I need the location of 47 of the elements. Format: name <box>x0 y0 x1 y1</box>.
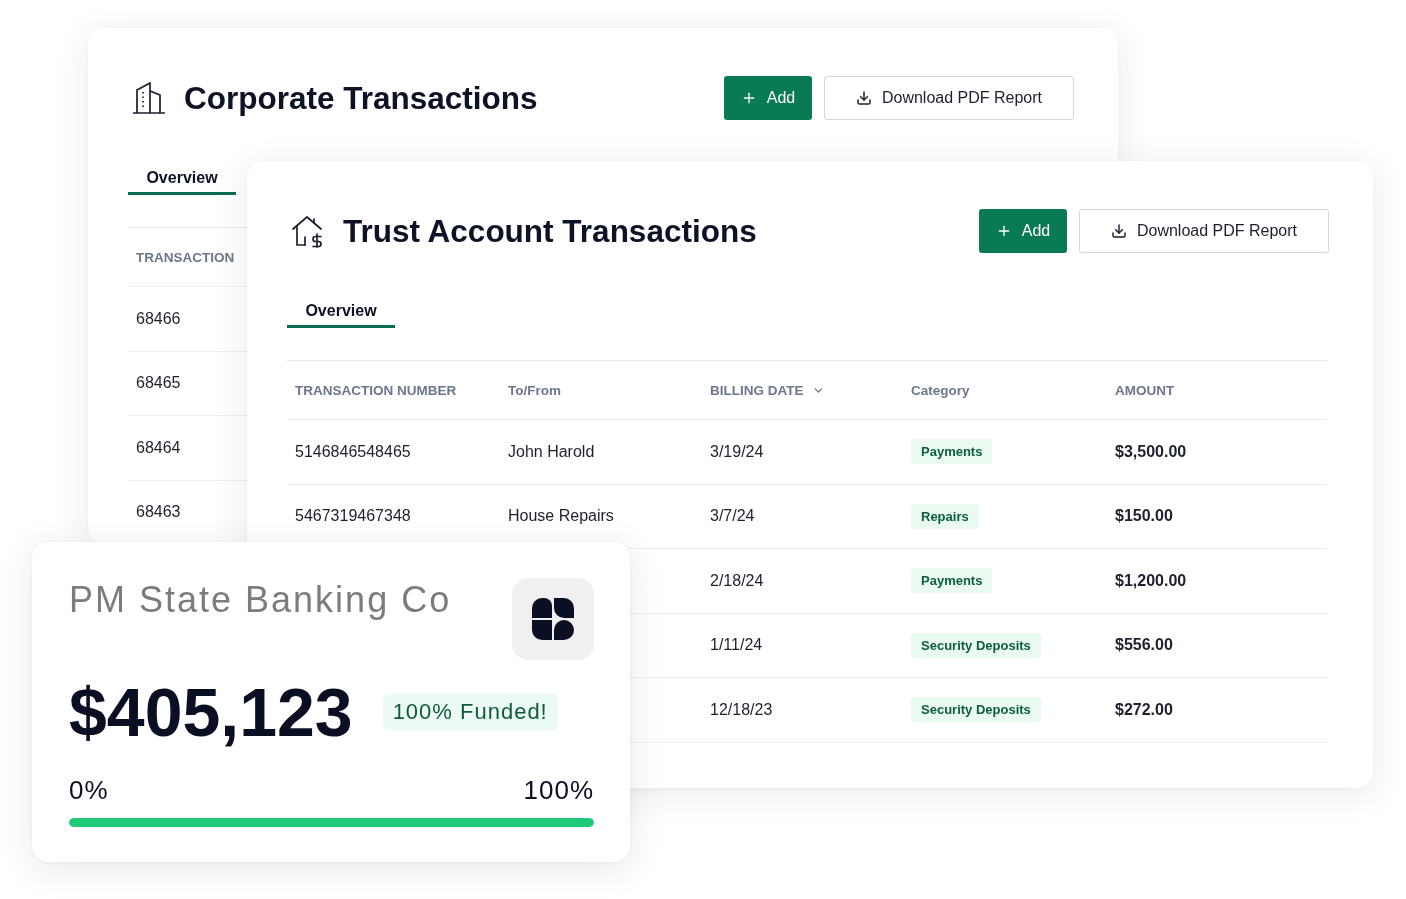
table-cell: 68464 <box>136 438 181 457</box>
download-button[interactable]: Download PDF Report <box>824 76 1074 120</box>
balance-amount: $405,123 <box>69 678 353 746</box>
column-header: AMOUNT <box>1115 382 1175 398</box>
column-header: BILLING DATE <box>710 382 804 398</box>
table-cell: 3/19/24 <box>710 442 764 461</box>
table-cell: 68463 <box>136 503 181 522</box>
table-cell: $272.00 <box>1115 700 1173 719</box>
table-cell: 68466 <box>136 309 181 328</box>
card-title: Corporate Transactions <box>184 79 538 117</box>
column-header: Category <box>911 382 970 398</box>
add-button[interactable]: Add <box>724 76 812 120</box>
table-cell: 5467319467348 <box>295 507 411 526</box>
column-header: TRANSACTION <box>136 249 235 265</box>
category-tag: Payments <box>911 568 993 594</box>
category-tag: Payments <box>911 439 993 465</box>
bank-name: PM State Banking Co <box>69 578 452 622</box>
download-button[interactable]: Download PDF Report <box>1079 209 1329 253</box>
table-cell: House Repairs <box>508 507 614 526</box>
table-cell: 3/7/24 <box>710 507 755 526</box>
add-button[interactable]: Add <box>979 209 1067 253</box>
tab[interactable]: Overview <box>128 169 236 195</box>
category-tag: Security Deposits <box>911 697 1041 723</box>
category-tag: Repairs <box>911 503 979 529</box>
column-header: TRANSACTION NUMBER <box>295 382 457 398</box>
table-cell: 68465 <box>136 374 181 393</box>
scale-end-label: 100% <box>523 774 594 806</box>
logo-icon <box>512 578 594 660</box>
building-icon <box>132 81 166 115</box>
table-cell: $3,500.00 <box>1115 442 1187 461</box>
table-cell: 2/18/24 <box>710 571 764 590</box>
table-cell: $556.00 <box>1115 636 1173 655</box>
tab[interactable]: Overview <box>287 302 395 328</box>
card-title: Trust Account Transactions <box>343 212 757 250</box>
column-header: To/From <box>508 382 561 398</box>
house-dollar-icon <box>291 214 325 248</box>
table-cell: $150.00 <box>1115 507 1173 526</box>
table-cell: 5146846548465 <box>295 442 411 461</box>
funded-badge: 100% Funded! <box>382 694 558 730</box>
download-icon <box>1110 223 1127 239</box>
table-cell: 12/18/23 <box>710 700 773 719</box>
scale-start-label: 0% <box>69 774 109 806</box>
download-icon <box>855 90 872 106</box>
table-cell: $1,200.00 <box>1115 571 1187 590</box>
category-tag: Security Deposits <box>911 632 1041 658</box>
table-cell: John Harold <box>508 442 595 461</box>
table-cell: 1/11/24 <box>710 636 763 655</box>
